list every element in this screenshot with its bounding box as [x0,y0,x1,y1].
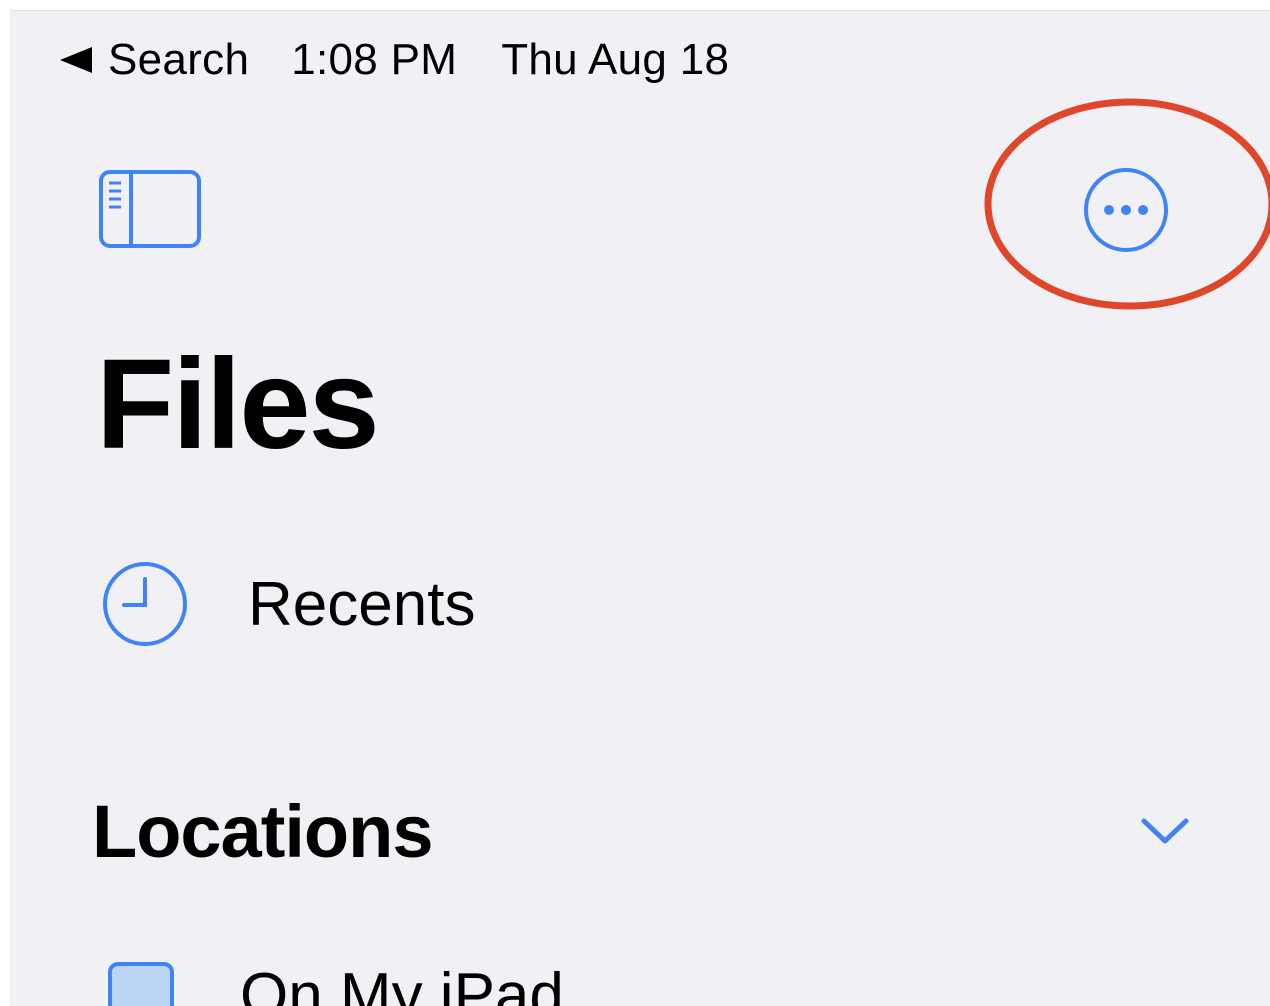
sidebar-item-label: Recents [248,569,475,640]
sidebar-left-icon [98,169,202,249]
ellipsis-circle-icon [1081,165,1171,255]
sidebar-item-recents[interactable]: Recents [100,559,475,649]
back-to-search-link[interactable]: Search [108,35,249,85]
sidebar-toggle-button[interactable] [98,169,202,249]
ipad-folder-icon [108,962,174,1006]
page-title: Files [96,341,378,469]
section-title: Locations [92,789,432,874]
sidebar-item-on-my-ipad[interactable]: On My iPad [108,955,564,1006]
locations-section-header[interactable]: Locations [92,781,1192,881]
more-options-button[interactable] [1081,165,1171,255]
status-date: Thu Aug 18 [501,35,729,85]
files-app-screen: Search 1:08 PM Thu Aug 18 Files Recent [10,10,1270,1006]
clock-icon [100,559,190,649]
status-time: 1:08 PM [291,35,457,85]
back-arrow-icon[interactable] [60,47,92,73]
chevron-down-icon[interactable] [1138,813,1192,849]
sidebar-item-label: On My iPad [240,960,564,1006]
status-bar: Search 1:08 PM Thu Aug 18 [60,35,729,85]
